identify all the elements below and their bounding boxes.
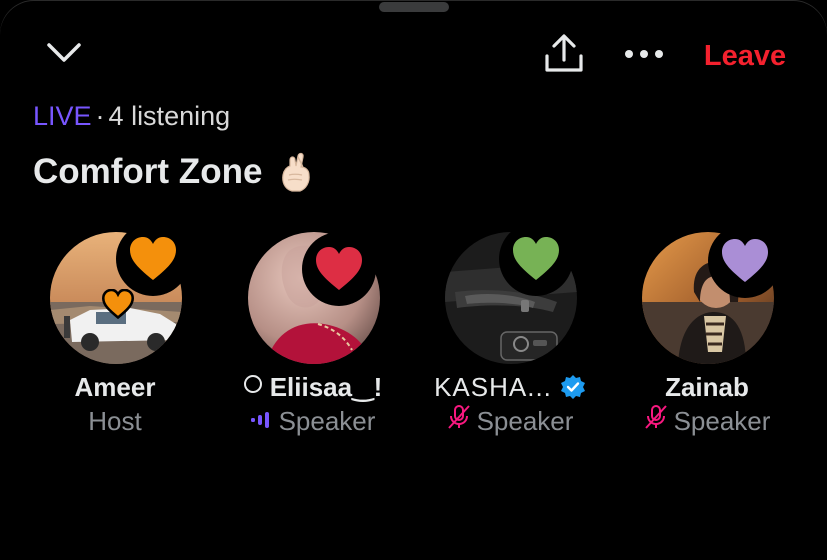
red-heart-reaction-icon (302, 232, 376, 306)
sheet-grabber-handle[interactable] (379, 2, 449, 12)
green-heart-reaction-icon (499, 222, 573, 296)
purple-heart-reaction-icon (708, 224, 782, 298)
orange-heart-small-icon (96, 282, 140, 326)
share-icon[interactable] (540, 32, 588, 76)
space-title: Comfort Zone (33, 150, 316, 194)
participant-role-label: Host (88, 406, 142, 436)
ring-icon (243, 375, 262, 393)
participant-name: Zainab (665, 372, 749, 402)
space-title-text: Comfort Zone (33, 152, 263, 191)
participant-zainab[interactable]: Zainab Speaker (612, 224, 802, 442)
participant-name: Ameer (74, 372, 156, 402)
mic-muted-icon (447, 404, 471, 438)
more-icon[interactable] (620, 40, 668, 68)
participant-role: Speaker (218, 404, 408, 438)
leave-button[interactable]: Leave (690, 36, 800, 76)
mic-muted-icon (644, 404, 668, 438)
space-status: LIVE · 4 listening (33, 99, 230, 133)
status-separator: · (95, 101, 105, 131)
participant-kasha[interactable]: KASHA... Speaker (415, 222, 605, 442)
participant-role: Speaker (612, 404, 802, 438)
participant-name-text: KASHA... (434, 372, 552, 402)
participant-role: Speaker (415, 404, 605, 438)
participant-ameer[interactable]: Ameer Host (20, 222, 210, 442)
participant-eliisaa[interactable]: Eliisaa‿! Speaker (218, 232, 408, 442)
live-label: LIVE (33, 101, 92, 131)
participant-name: Eliisaa‿! (218, 370, 408, 404)
chevron-down-icon[interactable] (44, 38, 84, 68)
listening-count: 4 listening (108, 101, 231, 131)
participant-role-label: Speaker (476, 406, 574, 436)
speaking-icon (250, 404, 273, 438)
participant-role-label: Speaker (278, 406, 376, 436)
crossed-fingers-emoji-icon (278, 151, 316, 193)
participant-role: Host (20, 404, 210, 438)
space-sheet: Leave LIVE · 4 listening Comfort Zone Am… (0, 0, 827, 560)
verified-badge-icon (560, 374, 586, 400)
participant-name: KASHA... (415, 370, 605, 404)
participant-role-label: Speaker (673, 406, 771, 436)
participant-name-text: Eliisaa‿! (269, 372, 383, 402)
